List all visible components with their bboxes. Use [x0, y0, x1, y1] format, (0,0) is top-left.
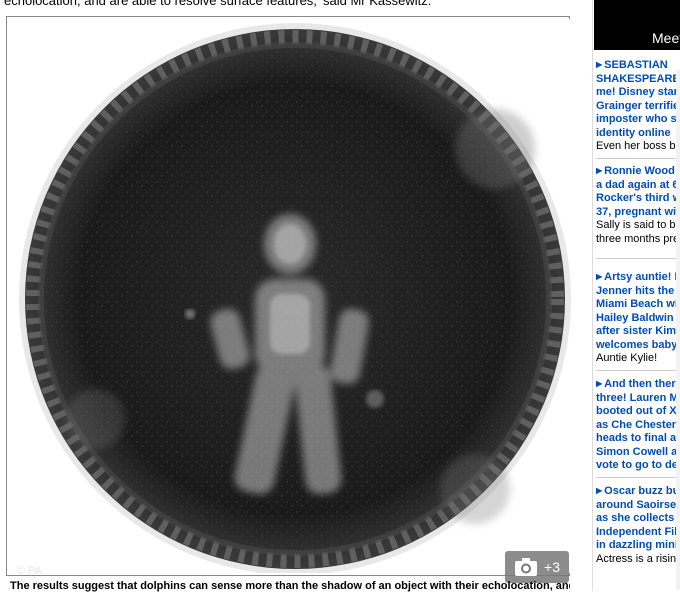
- triangle-bullet-icon: ▶: [596, 166, 603, 175]
- sidebar-item-headline[interactable]: ▶Artsy auntie! Ky Jenner hits the s Miam…: [596, 270, 680, 352]
- sidebar-item-saoirse-ronan[interactable]: ▶ Oscar buzz bui around Saoirse R as she …: [596, 484, 680, 566]
- dolphin-echolocation-image: [15, 19, 575, 573]
- sidebar-item-teaser: Even her boss bo: [596, 140, 680, 152]
- column-divider: [592, 0, 593, 591]
- image-credit: © PA: [17, 565, 43, 577]
- sidebar-item-ronnie-wood[interactable]: ▶ Ronnie Wood s a dad again at 68 Rocker'…: [596, 164, 680, 246]
- article-text-top: echolocation, and are able to resolve su…: [4, 0, 432, 8]
- sidebar-separator: [596, 158, 680, 159]
- sidebar-item-lauren-murray[interactable]: ▶ And then there three! Lauren Mu booted …: [596, 377, 680, 473]
- sidebar-separator: [596, 370, 680, 371]
- scrollbar[interactable]: [676, 70, 680, 590]
- gallery-button[interactable]: +3: [505, 551, 569, 583]
- gallery-count: +3: [544, 559, 560, 575]
- sidebar-item-teaser: Actress is a rising: [596, 552, 680, 565]
- sidebar-item-sebastian-shakespeare[interactable]: ▶SEBASTIAN SHAKESPEARE: I me! Disney sta…: [596, 58, 680, 154]
- article-figure: © PA +3: [6, 16, 575, 583]
- camera-icon: [515, 558, 538, 576]
- sidebar-item-kylie-jenner[interactable]: ▶Artsy auntie! Ky Jenner hits the s Miam…: [596, 270, 680, 366]
- triangle-bullet-icon: ▶: [596, 272, 603, 281]
- sidebar-header-label: Meet: [652, 30, 680, 46]
- sidebar-item-teaser: Sally is said to be: [596, 219, 680, 231]
- sidebar-item-headline[interactable]: ▶ And then there three! Lauren Mu booted …: [596, 377, 680, 473]
- sidebar-item-headline[interactable]: ▶ Oscar buzz bui around Saoirse R as she …: [596, 484, 680, 553]
- sidebar-item-headline[interactable]: ▶SEBASTIAN SHAKESPEARE: I me! Disney sta…: [596, 58, 680, 140]
- sidebar-item-teaser: Auntie Kylie!: [596, 352, 658, 364]
- triangle-bullet-icon: ▶: [596, 379, 603, 388]
- sidebar-separator: [596, 477, 680, 478]
- triangle-bullet-icon: ▶: [596, 486, 603, 495]
- sidebar-item-headline[interactable]: ▶ Ronnie Wood s a dad again at 68 Rocker'…: [596, 164, 680, 219]
- sidebar-separator: [596, 258, 680, 259]
- image-caption: The results suggest that dolphins can se…: [10, 580, 570, 592]
- sidebar-item-teaser: three months pre: [596, 232, 680, 245]
- triangle-bullet-icon: ▶: [596, 60, 603, 69]
- sidebar-header: Meet: [594, 0, 680, 50]
